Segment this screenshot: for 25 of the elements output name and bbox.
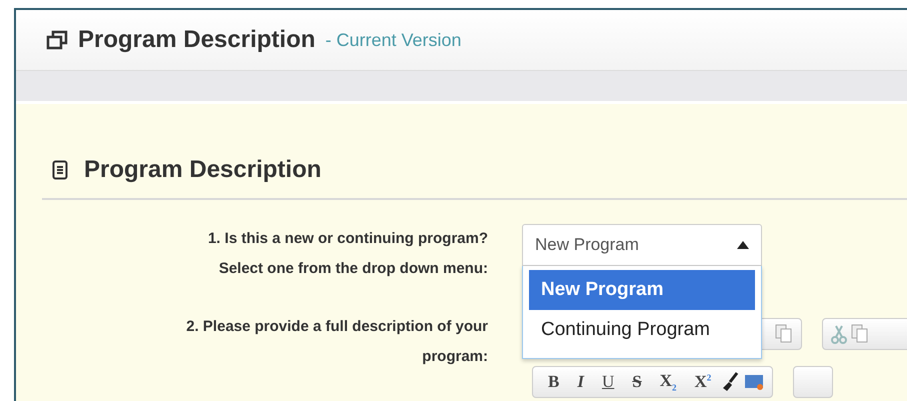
image-icon[interactable] <box>744 373 764 391</box>
question-label: Select one from the drop down menu: <box>218 259 488 279</box>
panel-subtitle: - Current Version <box>325 30 462 50</box>
question-label: program: <box>421 347 488 367</box>
question-label: 2. Please provide a full description of your <box>185 317 488 337</box>
dropdown-option[interactable]: New Program <box>529 270 755 310</box>
scissors-icon[interactable] <box>831 324 847 344</box>
format-button[interactable]: U <box>594 370 622 394</box>
format-button[interactable]: I <box>570 370 591 394</box>
program-type-select[interactable]: New Program <box>522 224 762 266</box>
copy-icon[interactable] <box>775 324 793 344</box>
copy-icon[interactable] <box>851 324 869 344</box>
format-button[interactable]: X$_{2}$ <box>652 370 684 394</box>
dropdown-option[interactable]: Continuing Program <box>529 310 755 350</box>
format-button[interactable]: S <box>625 370 649 394</box>
windows-icon <box>46 29 68 51</box>
question-label: 1. Is this a new or continuing program? <box>206 229 488 249</box>
format-button[interactable]: X$^{2}$ <box>688 370 718 394</box>
caret-icon <box>737 241 749 249</box>
brush-icon[interactable] <box>722 372 740 392</box>
format-button[interactable]: B <box>541 370 566 394</box>
toolbar-group <box>793 366 834 398</box>
document-icon <box>52 160 68 180</box>
panel-title: Program Description <box>78 26 316 54</box>
section-title: Program Description <box>84 156 322 184</box>
